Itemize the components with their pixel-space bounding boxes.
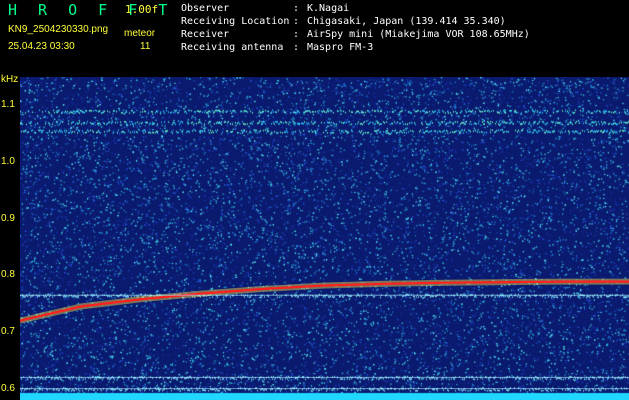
y-tick-label: 1.0	[1, 156, 15, 167]
y-tick-label: 0.8	[1, 269, 15, 281]
version-label: 1.00f	[125, 3, 159, 16]
header: H R O F F T 1.00f KN9_2504230330.png met…	[0, 0, 629, 76]
y-tick-label: 0.9	[1, 212, 15, 224]
filename-label: KN9_2504230330.png	[8, 24, 109, 35]
y-axis-unit: kHz	[1, 74, 19, 85]
info-row-receiver: Receiver: AirSpy mini (Miakejima VOR 108.…	[181, 29, 530, 40]
spectrogram-overlay	[20, 278, 629, 390]
y-tick-label: 0.7	[1, 326, 15, 337]
info-row-location: Receiving Location: Chigasaki, Japan (139…	[181, 16, 506, 27]
info-row-antenna: Receiving antenna: Maspro FM-3	[181, 42, 374, 53]
meteor-count: 11	[140, 41, 151, 52]
y-tick-label: 1.1	[1, 99, 15, 111]
station-info: Observer: K.Nagai Receiving Location: Chig…	[181, 2, 530, 54]
meteor-label: meteor	[124, 28, 156, 39]
signal-glow	[20, 278, 629, 324]
spectrogram	[20, 77, 629, 400]
y-tick-label: 0.6	[1, 382, 15, 394]
info-row-observer: Observer: K.Nagai	[181, 3, 350, 14]
datetime-label: 25.04.23 03:30	[8, 41, 75, 52]
